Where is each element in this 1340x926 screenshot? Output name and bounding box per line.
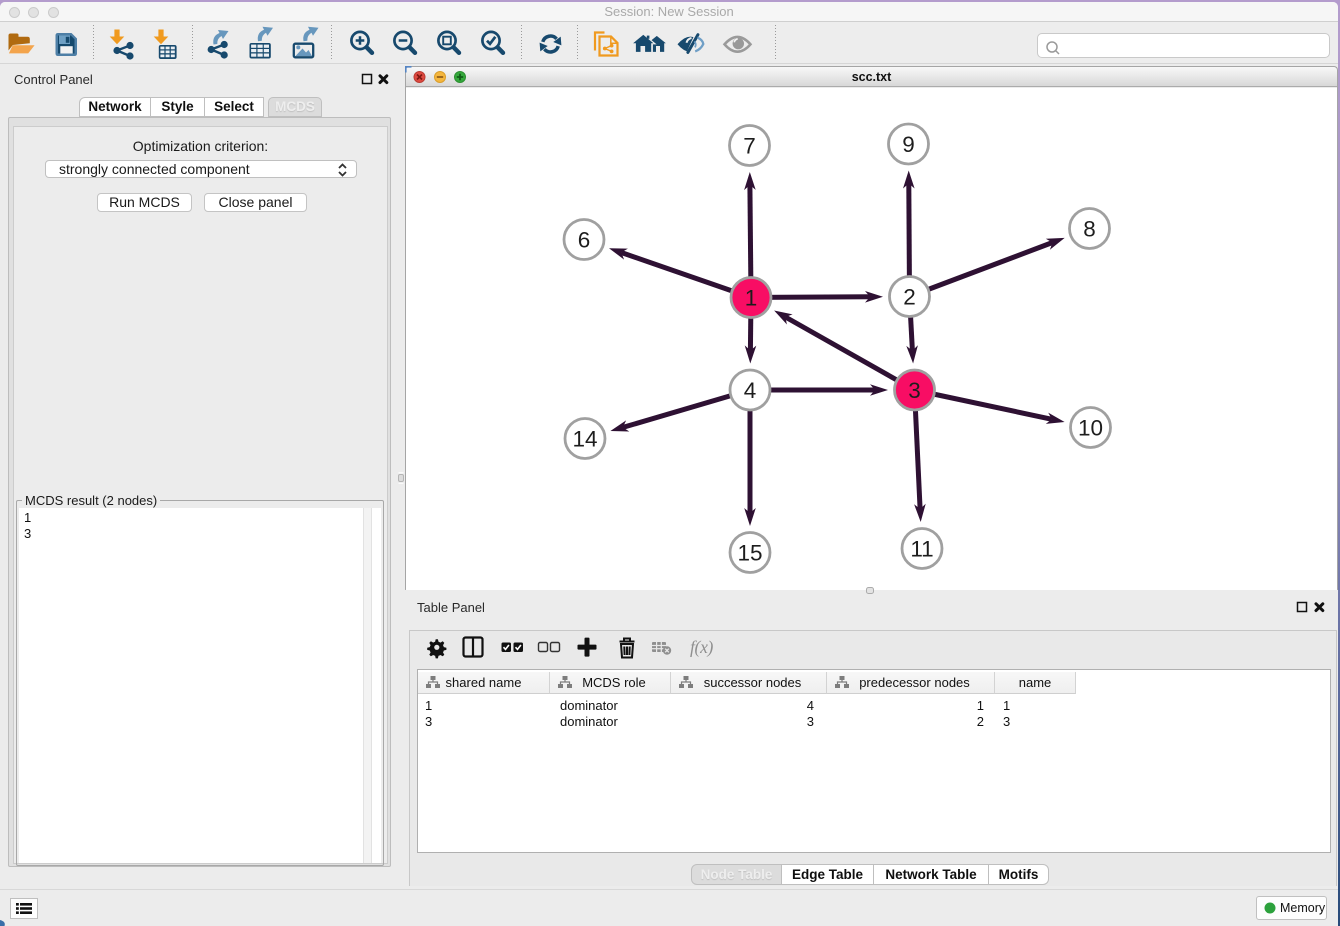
- svg-text:4: 4: [744, 378, 757, 403]
- svg-text:9: 9: [902, 132, 915, 157]
- svg-text:6: 6: [578, 228, 591, 253]
- svg-text:8: 8: [1083, 217, 1096, 242]
- svg-text:10: 10: [1078, 416, 1103, 441]
- svg-text:2: 2: [903, 285, 916, 310]
- svg-text:3: 3: [908, 378, 921, 403]
- svg-text:11: 11: [910, 537, 933, 562]
- svg-text:1: 1: [745, 286, 758, 311]
- svg-text:7: 7: [743, 134, 756, 159]
- svg-text:15: 15: [737, 541, 762, 566]
- svg-text:14: 14: [572, 427, 597, 452]
- svg-text:f(x): f(x): [690, 637, 714, 657]
